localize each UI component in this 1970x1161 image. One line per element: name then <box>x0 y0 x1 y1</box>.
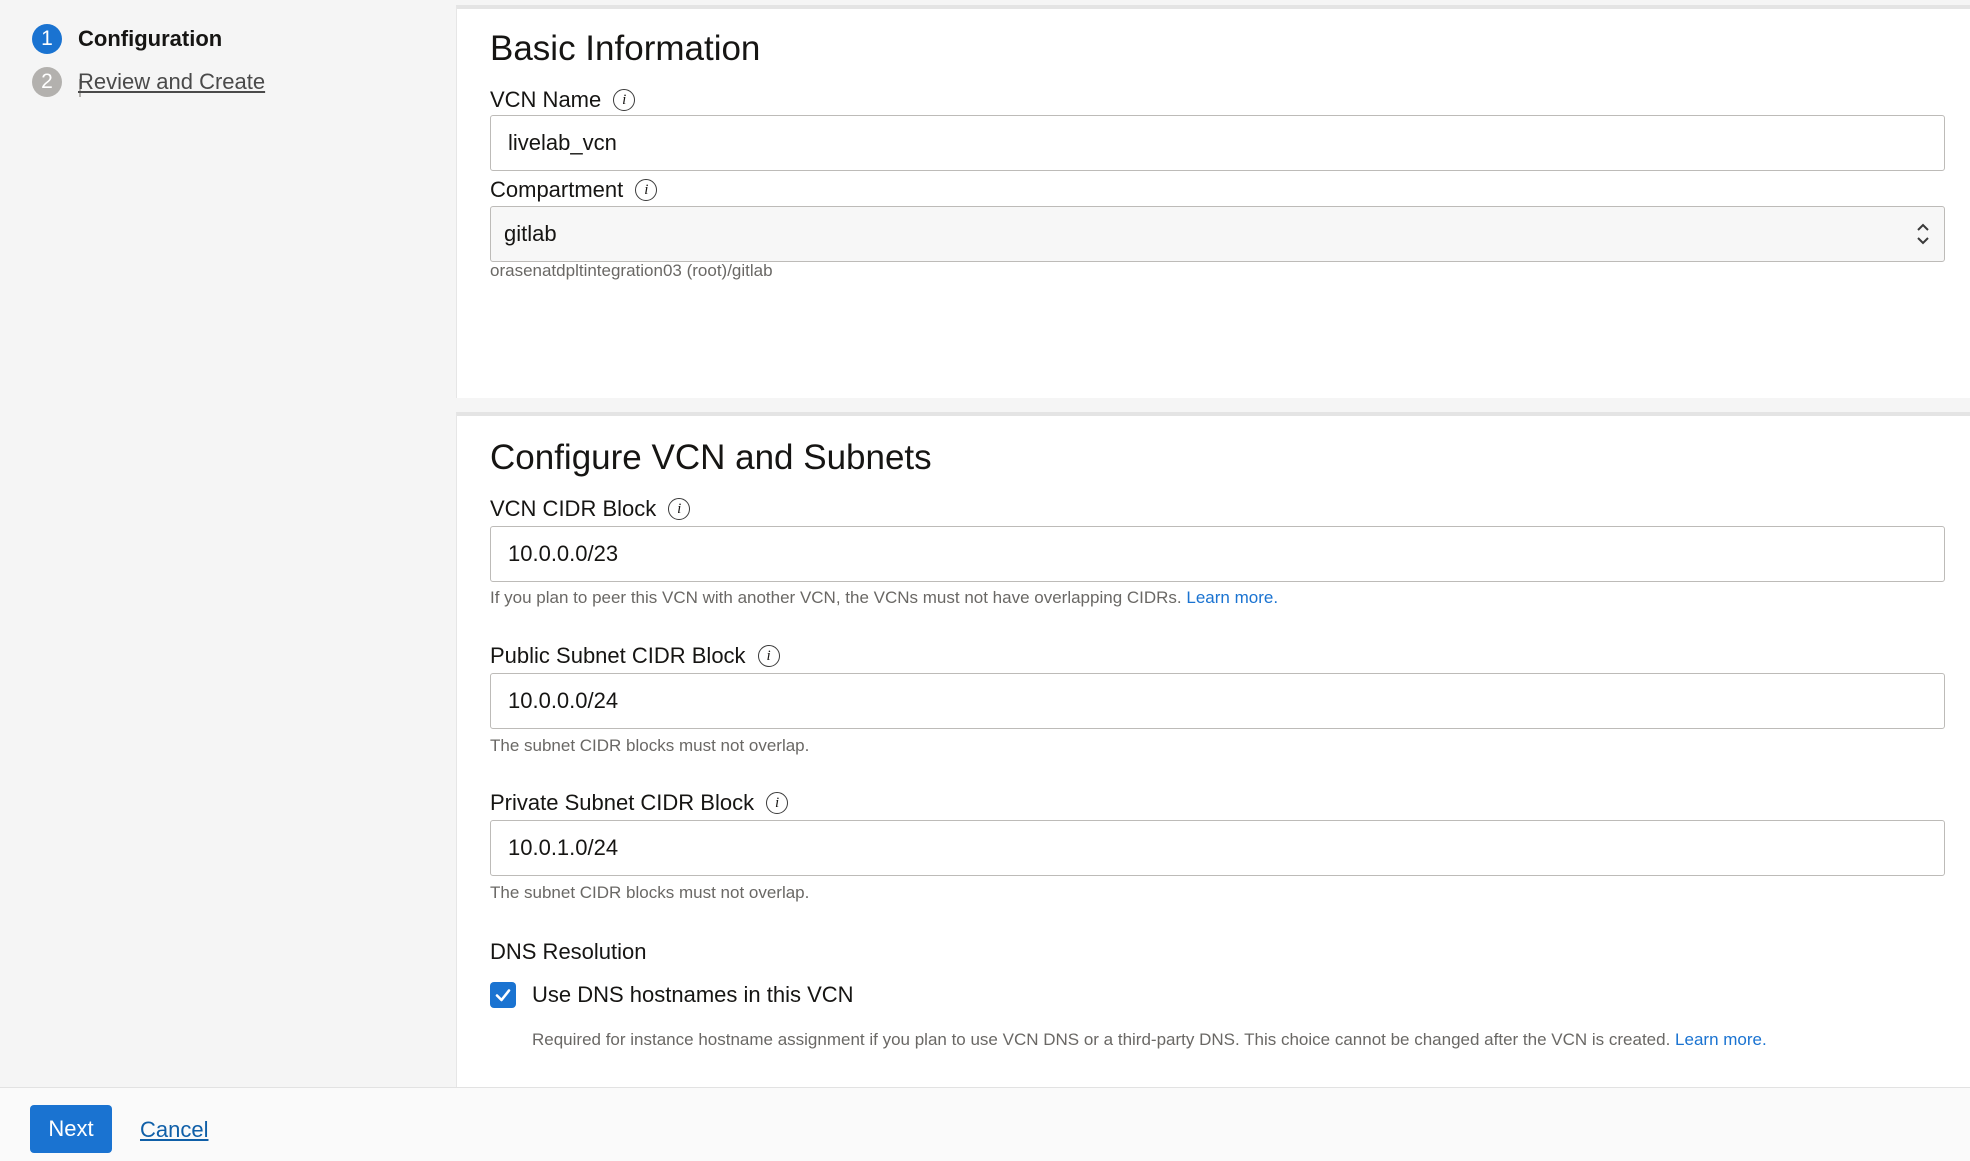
public-subnet-label-text: Public Subnet CIDR Block <box>490 643 746 668</box>
vcn-name-label-text: VCN Name <box>490 87 602 112</box>
learn-more-link[interactable]: Learn more. <box>1675 1030 1767 1049</box>
public-subnet-input[interactable] <box>490 673 1945 729</box>
compartment-label: Compartment i <box>490 177 658 203</box>
vcn-cidr-help: If you plan to peer this VCN with anothe… <box>490 588 1278 608</box>
step-number-1: 1 <box>32 24 62 54</box>
dns-hostnames-help: Required for instance hostname assignmen… <box>532 1030 1767 1050</box>
checkmark-icon <box>495 989 511 1002</box>
public-subnet-label: Public Subnet CIDR Block i <box>490 643 780 669</box>
dns-hostnames-label: Use DNS hostnames in this VCN <box>532 982 854 1007</box>
vcn-name-label: VCN Name i <box>490 87 636 113</box>
step-number-2: 2 <box>32 67 62 97</box>
vcn-name-input[interactable] <box>490 115 1945 171</box>
private-subnet-label: Private Subnet CIDR Block i <box>490 790 789 816</box>
dns-hostnames-help-text: Required for instance hostname assignmen… <box>532 1030 1676 1049</box>
next-button[interactable]: Next <box>30 1105 112 1153</box>
public-subnet-help: The subnet CIDR blocks must not overlap. <box>490 736 810 755</box>
compartment-select-value: gitlab <box>504 221 557 246</box>
info-icon[interactable]: i <box>635 179 658 201</box>
vcn-cidr-label-text: VCN CIDR Block <box>490 496 657 521</box>
dns-hostnames-option[interactable]: Use DNS hostnames in this VCN <box>490 982 854 1008</box>
compartment-label-text: Compartment <box>490 177 624 202</box>
vcn-cidr-input[interactable] <box>490 526 1945 582</box>
private-subnet-input[interactable] <box>490 820 1945 876</box>
private-subnet-help: The subnet CIDR blocks must not overlap. <box>490 883 810 902</box>
cancel-link[interactable]: Cancel <box>140 1117 208 1143</box>
step-label-configuration: Configuration <box>78 26 223 51</box>
basic-information-title: Basic Information <box>490 29 761 68</box>
dns-resolution-title: DNS Resolution <box>490 939 647 964</box>
step-configuration[interactable]: 1 Configuration <box>32 24 222 54</box>
info-icon[interactable]: i <box>668 498 691 520</box>
vcn-cidr-label: VCN CIDR Block i <box>490 496 691 522</box>
compartment-select[interactable]: gitlab <box>490 206 1945 262</box>
learn-more-link[interactable]: Learn more. <box>1186 588 1278 607</box>
configure-vcn-panel: Configure VCN and Subnets VCN CIDR Block… <box>456 412 1970 1088</box>
info-icon[interactable]: i <box>766 792 789 814</box>
dns-hostnames-checkbox[interactable] <box>490 982 516 1008</box>
configure-vcn-title: Configure VCN and Subnets <box>490 438 932 477</box>
info-icon[interactable]: i <box>613 89 636 111</box>
vcn-cidr-help-text: If you plan to peer this VCN with anothe… <box>490 588 1187 607</box>
compartment-path: orasenatdpltintegration03 (root)/gitlab <box>490 261 773 280</box>
info-icon[interactable]: i <box>757 645 780 667</box>
chevron-updown-icon <box>1917 223 1929 245</box>
step-link-review-and-create[interactable]: Review and Create <box>78 69 265 95</box>
step-review-and-create[interactable]: 2 Review and Create <box>32 67 265 97</box>
wizard-footer: Next Cancel <box>0 1087 1970 1161</box>
private-subnet-label-text: Private Subnet CIDR Block <box>490 790 755 815</box>
basic-information-panel: Basic Information VCN Name i Compartment… <box>456 5 1970 398</box>
